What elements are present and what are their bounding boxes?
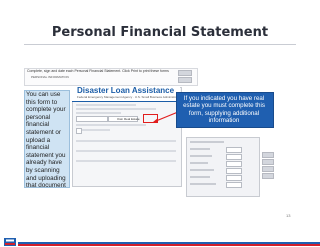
panel-row [76, 124, 146, 126]
panel-title: Disaster Loan Assistance [77, 86, 175, 95]
title-divider [24, 44, 296, 45]
strip-button[interactable] [178, 77, 192, 83]
side-button[interactable] [262, 159, 274, 165]
page-number: 13 [286, 213, 291, 218]
screenshot-panel [72, 87, 182, 187]
strip-button[interactable] [178, 70, 192, 76]
panel-row [76, 150, 176, 152]
panel-row [82, 129, 110, 131]
panel-subtitle: Federal Emergency Management Agency · U.… [77, 95, 182, 99]
form-field[interactable] [226, 154, 242, 160]
form-label [190, 155, 212, 157]
page-title: Personal Financial Statement [51, 25, 269, 40]
form-label [190, 148, 210, 150]
form-field[interactable] [226, 168, 242, 174]
sba-logo-icon [4, 238, 16, 246]
panel-row [76, 160, 176, 162]
left-callout-text: You can use this form to complete your p… [26, 91, 66, 190]
side-button[interactable] [262, 166, 274, 172]
form-label [190, 183, 216, 185]
form-header [190, 141, 224, 143]
panel-row [76, 104, 136, 106]
form-field[interactable] [226, 175, 242, 181]
panel-row [76, 108, 156, 110]
form-label [190, 176, 210, 178]
panel-field[interactable] [76, 116, 108, 122]
form-field[interactable] [226, 182, 242, 188]
panel-row [76, 112, 121, 114]
side-button[interactable] [262, 152, 274, 158]
footer-bar-red [18, 244, 320, 246]
real-estate-form-panel [186, 137, 260, 197]
instruction-subtext: PERSONAL INFORMATION [31, 75, 69, 79]
form-label [190, 169, 214, 171]
highlight-label: Own Real Estate [117, 117, 140, 121]
instruction-text: Complete, sign and date each Personal Fi… [27, 69, 169, 73]
side-button[interactable] [262, 173, 274, 179]
form-label [190, 162, 208, 164]
panel-row [76, 140, 176, 142]
right-callout-text: If you indicated you have real estate yo… [183, 95, 265, 125]
form-field[interactable] [226, 147, 242, 153]
form-field[interactable] [226, 161, 242, 167]
